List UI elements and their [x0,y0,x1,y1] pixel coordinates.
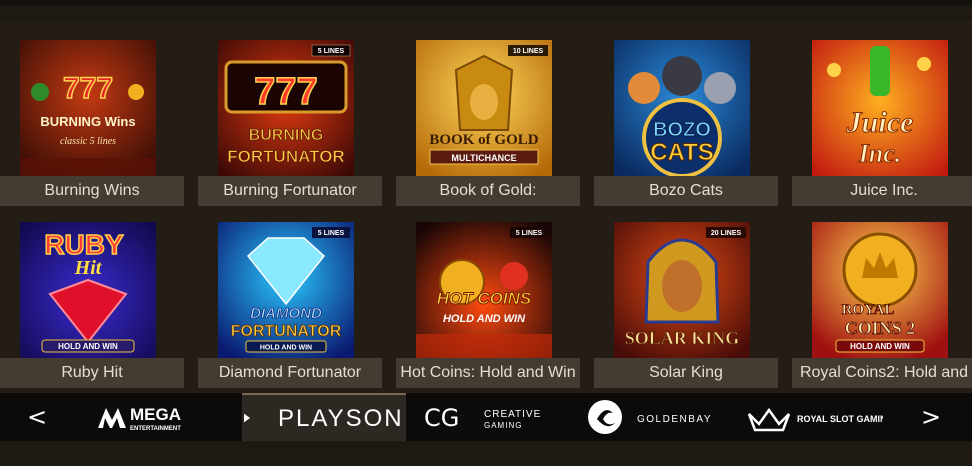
game-card-solar-king[interactable]: 20 LINES SOLAR KING Solar King [594,222,778,396]
art-subtitle: CATS [650,139,714,166]
game-card-diamond-fortunator[interactable]: 5 LINES DIAMOND FORTUNATOR HOLD AND WIN … [198,222,382,396]
game-thumbnail[interactable]: BOZO CATS [614,40,750,176]
lines-badge: 10 LINES [513,48,544,55]
game-thumbnail[interactable]: Juice Inc. [812,40,948,176]
game-title[interactable]: Diamond Fortunator [198,358,382,388]
playson-logo-icon: PLAYSON [244,405,404,432]
game-title[interactable]: Bozo Cats [594,176,778,206]
game-title[interactable]: Solar King [594,358,778,388]
art-title: Juice [846,106,914,139]
art-title: DIAMOND [250,305,322,322]
game-card-burning-fortunator[interactable]: 777 5 LINES BURNING FORTUNATOR Burning F… [198,40,382,214]
mega-name: MEGA [130,405,181,424]
provider-creative-gaming[interactable]: CG CREATIVE GAMING [420,393,550,441]
art-subtitle: Inc. [858,139,902,168]
game-thumbnail[interactable]: 20 LINES SOLAR KING [614,222,750,358]
lines-badge: 20 LINES [711,230,742,237]
mega-sub: ENTERTAINMENT [130,426,181,432]
next-arrow-icon[interactable]: > [916,393,946,441]
creative-line1: CREATIVE [484,409,541,420]
game-thumbnail[interactable]: 10 LINES BOOK of GOLD MULTICHANCE [416,40,552,176]
provider-royal-slot-gaming[interactable]: ROYAL SLOT GAMING [744,393,884,441]
art-title: BURNING [249,127,324,144]
game-thumbnail[interactable]: RUBY Hit HOLD AND WIN [20,222,156,358]
game-thumbnail[interactable]: 777 BURNING Wins classic 5 lines [20,40,156,176]
art-title: ROYAL [842,302,895,318]
game-thumbnail[interactable]: 777 5 LINES BURNING FORTUNATOR [218,40,354,176]
art-title: BOOK of GOLD [429,132,538,148]
provider-bar: < MEGA ENTERTAINMENT PLAYSON CG CREATIVE… [0,393,972,441]
royal-slot-name: ROYAL SLOT GAMING [797,414,883,424]
art-title: HOT COINS [437,289,532,308]
art-badge: HOLD AND WIN [850,342,910,351]
royal-slot-gaming-logo-icon: ROYAL SLOT GAMING [747,407,883,432]
lines-badge: 5 LINES [516,230,543,237]
art-subtitle: HOLD AND WIN [443,313,526,325]
lines-badge: 5 LINES [318,230,345,237]
creative-gaming-logo-icon: CG CREATIVE GAMING [424,404,541,432]
game-title[interactable]: Ruby Hit [0,358,184,388]
provider-goldenbay[interactable]: GOLDENBAY [584,393,722,441]
game-card-royal-coins2[interactable]: ROYAL COINS 2 HOLD AND WIN Royal Coins2:… [792,222,972,396]
playson-name: PLAYSON [278,405,404,432]
game-thumbnail[interactable]: 5 LINES HOT COINS HOLD AND WIN [416,222,552,358]
art-badge: HOLD AND WIN [58,342,118,351]
art-subtitle: classic 5 lines [60,136,116,147]
art-badge: HOLD AND WIN [260,345,312,352]
game-card-book-of-gold[interactable]: 10 LINES BOOK of GOLD MULTICHANCE Book o… [396,40,580,214]
goldenbay-logo-icon: GOLDENBAY [588,400,712,434]
game-title[interactable]: Juice Inc. [792,176,972,206]
art-subtitle: FORTUNATOR [227,147,344,166]
footer-strip [0,441,972,466]
art-subtitle: Hit [74,257,103,279]
top-bar [0,0,972,6]
art-title: BURNING Wins [40,114,135,129]
creative-mark: CG [424,404,459,432]
game-title[interactable]: Book of Gold: [396,176,580,206]
provider-mega-entertainment[interactable]: MEGA ENTERTAINMENT [92,393,212,441]
game-card-burning-wins[interactable]: 777 BURNING Wins classic 5 lines Burning… [0,40,184,214]
game-title[interactable]: Hot Coins: Hold and Win [396,358,580,388]
prev-arrow-icon[interactable]: < [22,393,52,441]
art-subtitle: COINS 2 [845,318,916,338]
game-title[interactable]: Burning Wins [0,176,184,206]
game-title[interactable]: Burning Fortunator [198,176,382,206]
lines-badge: 5 LINES [318,48,345,55]
creative-line2: GAMING [484,421,522,430]
art-title: SOLAR KING [625,328,740,348]
game-title[interactable]: Royal Coins2: Hold and [792,358,972,388]
goldenbay-name: GOLDENBAY [637,414,712,425]
art-subtitle: FORTUNATOR [231,323,342,340]
game-thumbnail[interactable]: ROYAL COINS 2 HOLD AND WIN [812,222,948,358]
provider-playson[interactable]: PLAYSON [242,393,406,441]
art-title: BOZO [653,119,711,141]
mega-logo-icon: MEGA ENTERTAINMENT [98,405,181,432]
game-card-ruby-hit[interactable]: RUBY Hit HOLD AND WIN Ruby Hit [0,222,184,396]
svg-text:777: 777 [254,71,317,113]
game-card-juice-inc[interactable]: Juice Inc. Juice Inc. [792,40,972,214]
game-card-bozo-cats[interactable]: BOZO CATS Bozo Cats [594,40,778,214]
art-title: RUBY [44,229,124,260]
art-subtitle: MULTICHANCE [451,153,516,163]
svg-text:777: 777 [63,72,113,105]
game-thumbnail[interactable]: 5 LINES DIAMOND FORTUNATOR HOLD AND WIN [218,222,354,358]
game-card-hot-coins[interactable]: 5 LINES HOT COINS HOLD AND WIN Hot Coins… [396,222,580,396]
